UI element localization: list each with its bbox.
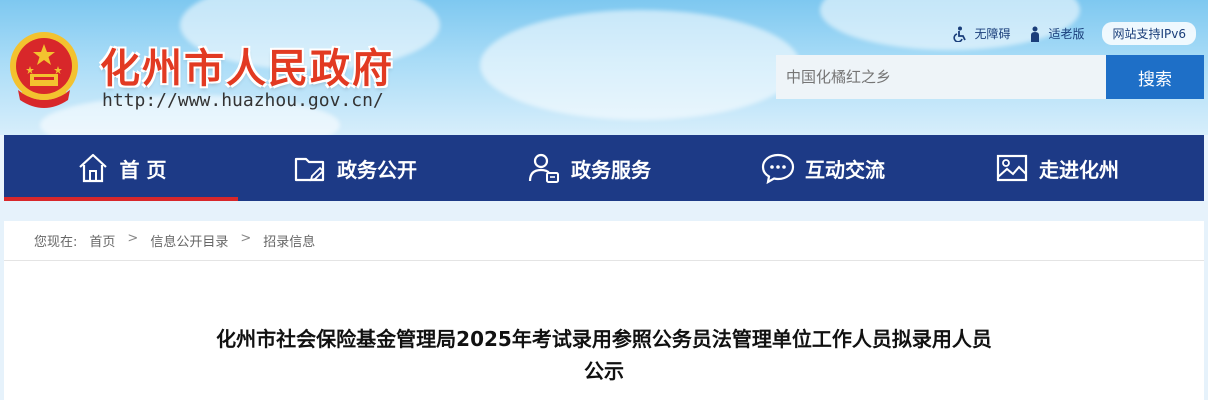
- site-url: http://www.huazhou.gov.cn/: [102, 90, 384, 111]
- home-icon: [78, 153, 107, 183]
- breadcrumb: 您现在: 首页 > 信息公开目录 > 招录信息: [34, 231, 315, 250]
- chat-bubble-icon: [761, 153, 795, 185]
- search-input[interactable]: [776, 67, 1098, 87]
- folder-edit-icon: [294, 157, 325, 182]
- nav-label-about-huazhou: 走进化州: [1039, 157, 1119, 182]
- content-panel: 您现在: 首页 > 信息公开目录 > 招录信息 化州市社会保险基金管理局2025…: [4, 221, 1204, 400]
- breadcrumb-prefix: 您现在:: [34, 235, 78, 250]
- breadcrumb-separator: >: [240, 231, 252, 246]
- nav-item-gov-services[interactable]: 政务服务: [472, 135, 706, 201]
- ipv6-label: 网站支持IPv6: [1112, 27, 1186, 41]
- nav-item-gov-affairs[interactable]: 政务公开: [238, 135, 472, 201]
- divider: [4, 260, 1204, 261]
- nav-label-interaction: 互动交流: [805, 157, 885, 182]
- user-service-icon: [528, 153, 559, 183]
- accessibility-label: 无障碍: [974, 27, 1011, 41]
- nav-label-gov-affairs: 政务公开: [337, 157, 417, 182]
- site-name[interactable]: 化州市人民政府: [100, 36, 394, 94]
- breadcrumb-item-home[interactable]: 首页: [89, 231, 115, 250]
- accessibility-link[interactable]: 无障碍: [952, 25, 1010, 42]
- wheelchair-icon: [953, 26, 967, 42]
- ipv6-badge: 网站支持IPv6: [1102, 22, 1196, 45]
- nav-item-about-huazhou[interactable]: 走进化州: [940, 135, 1174, 201]
- elderly-label: 适老版: [1048, 27, 1085, 41]
- elderly-icon: [1031, 26, 1040, 42]
- nav-label-home: 首 页: [119, 157, 167, 182]
- search-button[interactable]: 搜索: [1106, 55, 1204, 99]
- nav-label-gov-services: 政务服务: [571, 157, 651, 182]
- article-title-line-2: 公示: [584, 359, 624, 383]
- picture-icon: [996, 154, 1028, 182]
- elderly-mode-link[interactable]: 适老版: [1028, 25, 1084, 42]
- nav-item-interaction[interactable]: 互动交流: [706, 135, 940, 201]
- cloud-decoration: [480, 10, 800, 120]
- national-emblem-icon[interactable]: [8, 30, 80, 110]
- nav-item-home[interactable]: 首 页: [4, 135, 238, 201]
- breadcrumb-separator: >: [127, 231, 139, 246]
- top-links: 无障碍 适老版 网站支持IPv6: [952, 22, 1196, 45]
- search-box: [776, 55, 1106, 99]
- breadcrumb-item-catalog[interactable]: 信息公开目录: [150, 231, 228, 250]
- main-nav: 首 页 政务公开 政务服务 互动交流 走进化州: [4, 135, 1204, 201]
- article-title: 化州市社会保险基金管理局2025年考试录用参照公务员法管理单位工作人员拟录用人员…: [4, 323, 1204, 387]
- site-header: 化州市人民政府 http://www.huazhou.gov.cn/ 无障碍 适…: [0, 0, 1208, 135]
- breadcrumb-item-recruitment[interactable]: 招录信息: [263, 231, 315, 250]
- article-title-line-1: 化州市社会保险基金管理局2025年考试录用参照公务员法管理单位工作人员拟录用人员: [216, 327, 992, 351]
